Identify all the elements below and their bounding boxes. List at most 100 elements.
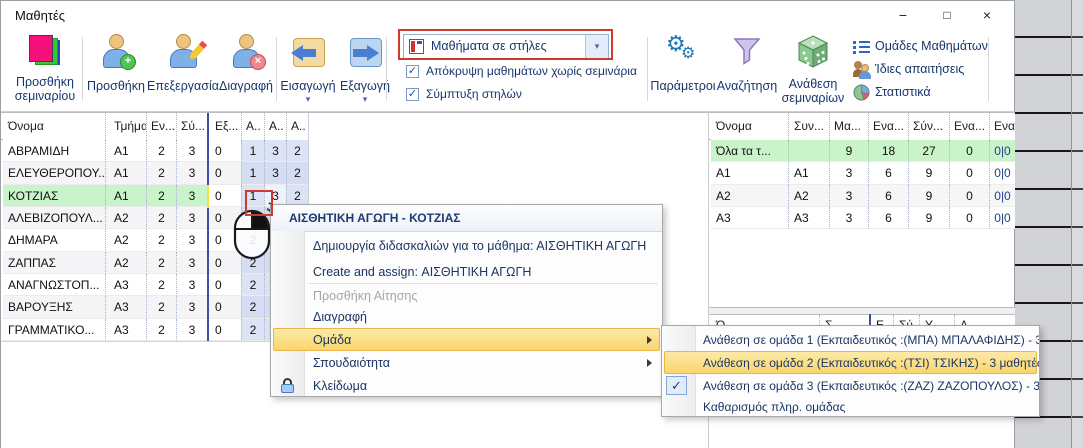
student-cell-en[interactable]: 2: [146, 140, 176, 162]
students-column-header[interactable]: Εν...: [146, 113, 176, 140]
student-cell-en[interactable]: 2: [146, 252, 176, 274]
class-cell-name[interactable]: Όλα τα τ...: [711, 140, 788, 162]
class-cell-ena2[interactable]: 0: [949, 140, 989, 162]
student-cell-ex[interactable]: 0: [209, 274, 241, 296]
student-cell-name[interactable]: ΑΝΑΓΝΩΣΤΟΠ...: [3, 274, 105, 296]
class-cell-ena3[interactable]: 0|0: [989, 207, 1015, 229]
class-cell-ma[interactable]: 3: [829, 162, 868, 184]
student-cell-a1[interactable]: 1: [241, 162, 264, 184]
hide-courses-checkbox-row[interactable]: ✓ Απόκρυψη μαθημάτων χωρίς σεμινάρια: [406, 64, 646, 80]
student-cell-en[interactable]: 2: [146, 229, 176, 251]
student-cell-class[interactable]: Α3: [105, 296, 146, 318]
classes-column-header[interactable]: Σύν...: [908, 113, 949, 140]
student-cell-sy[interactable]: 3: [176, 319, 207, 341]
class-cell-ma[interactable]: 3: [829, 185, 868, 207]
import-button[interactable]: Εισαγωγή ▾: [280, 31, 336, 109]
combobox-dropdown-button[interactable]: ▾: [585, 35, 608, 58]
menu-item-create-lessons[interactable]: Δημιουργία διδασκαλιών για το μάθημα: ΑΙ…: [271, 234, 662, 258]
student-cell-ex[interactable]: 0: [209, 162, 241, 184]
class-row[interactable]: Α1Α136900|0: [711, 162, 1015, 184]
class-cell-ma[interactable]: 3: [829, 207, 868, 229]
student-cell-name[interactable]: ΚΟΤΖΙΑΣ: [3, 185, 105, 207]
class-cell-syn[interactable]: Α1: [788, 162, 829, 184]
student-cell-ex[interactable]: 0: [209, 296, 241, 318]
student-cell-a1[interactable]: 2: [241, 319, 264, 341]
student-cell-a1[interactable]: 2: [241, 296, 264, 318]
course-groups-button[interactable]: Ομάδες Μαθημάτων: [853, 36, 1003, 58]
student-cell-class[interactable]: Α2: [105, 207, 146, 229]
class-row[interactable]: Α3Α336900|0: [711, 207, 1015, 229]
assign-seminars-button[interactable]: Ανάθεση σεμιναρίων: [780, 31, 846, 109]
submenu-item-clear-group-info[interactable]: Καθαρισμός πληρ. ομάδας: [662, 397, 1039, 417]
parameters-button[interactable]: ⚙⚙ Παράμετροι: [652, 31, 714, 109]
collapse-columns-checkbox[interactable]: ✓: [406, 88, 419, 101]
menu-item-create-and-assign[interactable]: Create and assign: ΑΙΣΘΗΤΙΚΗ ΑΓΩΓΗ: [271, 260, 662, 284]
student-cell-a1[interactable]: 2: [241, 274, 264, 296]
close-button[interactable]: ×: [967, 1, 1007, 30]
class-cell-name[interactable]: Α2: [711, 185, 788, 207]
student-cell-sy[interactable]: 3: [176, 140, 207, 162]
student-row[interactable]: ΕΛΕΥΘΕΡΟΠΟΥ...Α1230132: [1, 162, 308, 184]
export-button[interactable]: Εξαγωγή ▾: [338, 31, 392, 109]
student-cell-sy[interactable]: 3: [176, 252, 207, 274]
student-row[interactable]: ΑΝΑΓΝΩΣΤΟΠ...Α32302: [1, 274, 308, 296]
export-dropdown-caret[interactable]: ▾: [338, 94, 392, 105]
class-cell-syn2[interactable]: 9: [908, 207, 949, 229]
class-cell-ena1[interactable]: 6: [868, 185, 908, 207]
class-cell-ena2[interactable]: 0: [949, 162, 989, 184]
student-cell-name[interactable]: ΖΑΠΠΑΣ: [3, 252, 105, 274]
class-cell-ena3[interactable]: 0|0: [989, 162, 1015, 184]
class-cell-ena1[interactable]: 18: [868, 140, 908, 162]
classes-column-header[interactable]: Μα...: [829, 113, 868, 140]
student-cell-en[interactable]: 2: [146, 274, 176, 296]
submenu-item-assign-group-3[interactable]: Ανάθεση σε ομάδα 3 (Εκπαιδευτικός :(ΖΑΖ)…: [662, 374, 1039, 397]
add-seminar-button[interactable]: Προσθήκη σεμιναρίου: [9, 31, 81, 109]
class-cell-name[interactable]: Α3: [711, 207, 788, 229]
student-cell-en[interactable]: 2: [146, 185, 176, 207]
submenu-item-assign-group-2[interactable]: Ανάθεση σε ομάδα 2 (Εκπαιδευτικός :(ΤΣΙ)…: [662, 351, 1039, 374]
student-cell-class[interactable]: Α1: [105, 185, 146, 207]
student-cell-sy[interactable]: 3: [176, 207, 207, 229]
student-cell-name[interactable]: ΔΗΜΑΡΑ: [3, 229, 105, 251]
class-cell-ma[interactable]: 9: [829, 140, 868, 162]
class-cell-ena2[interactable]: 0: [949, 185, 989, 207]
student-cell-name[interactable]: ΑΛΕΒΙΖΟΠΟΥΛ...: [3, 207, 105, 229]
student-cell-ex[interactable]: 0: [209, 319, 241, 341]
student-cell-class[interactable]: Α3: [105, 319, 146, 341]
class-cell-ena3[interactable]: 0|0: [989, 185, 1015, 207]
student-row[interactable]: ΓΡΑΜΜΑΤΙΚΟ...Α32302: [1, 319, 308, 341]
student-cell-class[interactable]: Α1: [105, 162, 146, 184]
class-cell-name[interactable]: Α1: [711, 162, 788, 184]
student-cell-a2[interactable]: 3: [264, 162, 286, 184]
students-column-header[interactable]: Α..: [286, 113, 308, 140]
student-cell-sy[interactable]: 3: [176, 185, 207, 207]
view-mode-combobox[interactable]: Μαθήματα σε στήλες ▾: [403, 34, 609, 59]
student-cell-class[interactable]: Α1: [105, 140, 146, 162]
menu-item-lock[interactable]: Κλείδωμα: [271, 374, 662, 397]
add-student-button[interactable]: + Προσθήκη: [86, 31, 146, 109]
class-cell-ena1[interactable]: 6: [868, 207, 908, 229]
student-cell-sy[interactable]: 3: [176, 296, 207, 318]
class-cell-syn[interactable]: Α3: [788, 207, 829, 229]
students-column-header[interactable]: Α..: [241, 113, 264, 140]
students-column-header[interactable]: Σύ...: [176, 113, 207, 140]
same-requirements-button[interactable]: Ίδιες απαιτήσεις: [853, 59, 1003, 81]
class-cell-ena3[interactable]: 0|0: [989, 140, 1015, 162]
class-cell-syn2[interactable]: 9: [908, 162, 949, 184]
student-cell-name[interactable]: ΑΒΡΑΜΙΔΗ: [3, 140, 105, 162]
class-cell-syn2[interactable]: 27: [908, 140, 949, 162]
delete-student-button[interactable]: × Διαγραφή: [217, 31, 275, 109]
menu-item-delete[interactable]: Διαγραφή: [271, 306, 662, 328]
student-cell-a3[interactable]: 2: [286, 140, 308, 162]
menu-item-importance[interactable]: Σπουδαιότητα: [271, 351, 662, 374]
student-cell-class[interactable]: Α3: [105, 274, 146, 296]
student-cell-en[interactable]: 2: [146, 296, 176, 318]
import-dropdown-caret[interactable]: ▾: [280, 94, 336, 105]
class-cell-syn[interactable]: Α2: [788, 185, 829, 207]
collapse-columns-checkbox-row[interactable]: ✓ Σύμπτυξη στηλών: [406, 87, 646, 103]
statistics-button[interactable]: Στατιστικά: [853, 82, 1003, 104]
class-row[interactable]: Α2Α236900|0: [711, 185, 1015, 207]
student-cell-name[interactable]: ΓΡΑΜΜΑΤΙΚΟ...: [3, 319, 105, 341]
student-cell-en[interactable]: 2: [146, 319, 176, 341]
student-cell-sy[interactable]: 3: [176, 274, 207, 296]
